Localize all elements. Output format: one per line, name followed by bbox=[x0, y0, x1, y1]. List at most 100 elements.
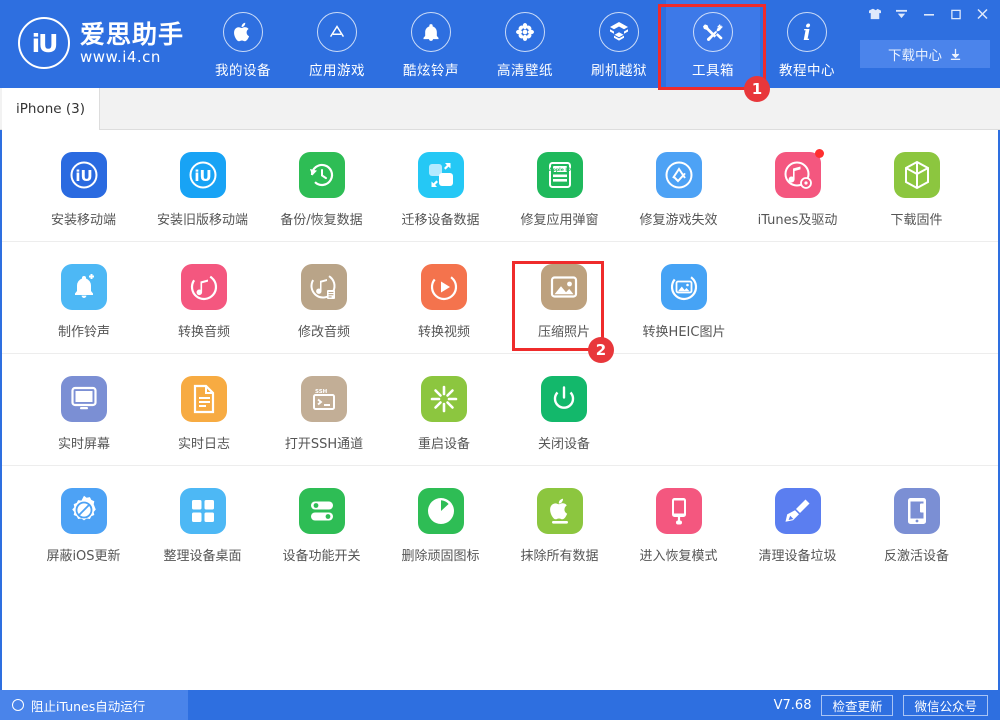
tool-convert-heic[interactable]: 转换HEIC图片 bbox=[624, 242, 744, 354]
tool-convert-audio[interactable]: 转换音频 bbox=[144, 242, 264, 354]
toolbox-grid: iU 安装移动端 iU 安装旧版移动端 备份/恢复数据 bbox=[2, 130, 998, 690]
tool-download-firmware[interactable]: 下载固件 bbox=[857, 130, 976, 242]
brand-url: www.i4.cn bbox=[80, 49, 184, 66]
tool-label: 打开SSH通道 bbox=[285, 433, 363, 452]
tool-clean-junk[interactable]: 清理设备垃圾 bbox=[738, 466, 857, 578]
tool-label: 进入恢复模式 bbox=[639, 545, 717, 564]
tool-remove-stubborn-icon[interactable]: 删除顽固图标 bbox=[381, 466, 500, 578]
tool-live-log[interactable]: 实时日志 bbox=[144, 354, 264, 466]
live-log-icon bbox=[181, 376, 227, 422]
backup-restore-icon bbox=[299, 152, 345, 198]
tool-label: 抹除所有数据 bbox=[520, 545, 598, 564]
minimize-icon[interactable] bbox=[915, 3, 942, 25]
tool-label: 转换HEIC图片 bbox=[643, 321, 726, 340]
box-open-icon bbox=[599, 12, 639, 52]
nav-label: 我的设备 bbox=[215, 59, 271, 79]
tool-label: 屏蔽iOS更新 bbox=[46, 545, 120, 564]
app-header: iU 爱思助手 www.i4.cn 我的设备 应用游戏 bbox=[0, 0, 1000, 88]
bell-icon bbox=[411, 12, 451, 52]
nav-item-tutorials[interactable]: i 教程中心 bbox=[760, 0, 854, 88]
make-ringtone-icon bbox=[61, 264, 107, 310]
highlight-badge-1: 1 bbox=[744, 76, 770, 102]
tool-itunes-driver[interactable]: iTunes及驱动 bbox=[738, 130, 857, 242]
tool-label: 修复游戏失效 bbox=[639, 209, 717, 228]
nav-label: 应用游戏 bbox=[309, 59, 365, 79]
wechat-button[interactable]: 微信公众号 bbox=[903, 695, 988, 716]
tool-deactivate-device[interactable]: 反激活设备 bbox=[857, 466, 976, 578]
tool-label: 重启设备 bbox=[418, 433, 470, 452]
block-itunes-label: 阻止iTunes自动运行 bbox=[31, 696, 145, 715]
tool-restart-device[interactable]: 重启设备 bbox=[384, 354, 504, 466]
nav-item-flash-jailbreak[interactable]: 刷机越狱 bbox=[572, 0, 666, 88]
tool-fix-app-popup[interactable]: Apple ID 修复应用弹窗 bbox=[500, 130, 619, 242]
tool-install-mobile-old[interactable]: iU 安装旧版移动端 bbox=[143, 130, 262, 242]
tool-fix-game[interactable]: 修复游戏失效 bbox=[619, 130, 738, 242]
download-center-button[interactable]: 下载中心 bbox=[860, 40, 990, 68]
nav-item-ringtones[interactable]: 酷炫铃声 bbox=[384, 0, 478, 88]
firmware-download-icon bbox=[894, 152, 940, 198]
nav-label: 工具箱 bbox=[692, 59, 734, 79]
tool-label: 迁移设备数据 bbox=[401, 209, 479, 228]
tool-backup-restore[interactable]: 备份/恢复数据 bbox=[262, 130, 381, 242]
download-center-label: 下载中心 bbox=[888, 44, 942, 64]
tool-edit-audio[interactable]: 修改音频 bbox=[264, 242, 384, 354]
remove-icon-icon bbox=[418, 488, 464, 534]
status-bar: 阻止iTunes自动运行 V7.68 检查更新 微信公众号 bbox=[0, 690, 1000, 720]
tool-block-ios-update[interactable]: 屏蔽iOS更新 bbox=[24, 466, 143, 578]
nav-item-wallpapers[interactable]: 高清壁纸 bbox=[478, 0, 572, 88]
tool-migrate-data[interactable]: 迁移设备数据 bbox=[381, 130, 500, 242]
tool-label: 删除顽固图标 bbox=[401, 545, 479, 564]
tool-label: 制作铃声 bbox=[58, 321, 110, 340]
svg-text:iU: iU bbox=[194, 167, 211, 185]
apple-icon bbox=[223, 12, 263, 52]
tool-row: 实时屏幕 实时日志 SSH 打开SSH通道 重启设备 bbox=[2, 354, 998, 466]
tool-power-off[interactable]: 关闭设备 bbox=[504, 354, 624, 466]
tool-label: 下载固件 bbox=[890, 209, 942, 228]
tool-make-ringtone[interactable]: 制作铃声 bbox=[24, 242, 144, 354]
app-window: iU 爱思助手 www.i4.cn 我的设备 应用游戏 bbox=[0, 0, 1000, 720]
menu-icon[interactable] bbox=[888, 3, 915, 25]
block-ios-update-icon bbox=[61, 488, 107, 534]
close-icon[interactable] bbox=[969, 3, 996, 25]
logo-mark-icon: iU bbox=[18, 17, 70, 69]
game-fix-icon bbox=[656, 152, 702, 198]
skin-icon[interactable] bbox=[861, 3, 888, 25]
tool-install-mobile[interactable]: iU 安装移动端 bbox=[24, 130, 143, 242]
download-icon bbox=[949, 48, 962, 61]
migrate-data-icon bbox=[418, 152, 464, 198]
tool-recovery-mode[interactable]: 进入恢复模式 bbox=[619, 466, 738, 578]
tool-row: iU 安装移动端 iU 安装旧版移动端 备份/恢复数据 bbox=[2, 130, 998, 242]
tool-live-screen[interactable]: 实时屏幕 bbox=[24, 354, 144, 466]
device-tab-strip: iPhone (3) bbox=[0, 88, 1000, 130]
tool-label: 实时日志 bbox=[178, 433, 230, 452]
block-itunes-toggle[interactable]: 阻止iTunes自动运行 bbox=[0, 690, 188, 720]
tool-ssh-tunnel[interactable]: SSH 打开SSH通道 bbox=[264, 354, 384, 466]
maximize-icon[interactable] bbox=[942, 3, 969, 25]
deactivate-device-icon bbox=[894, 488, 940, 534]
appleid-fix-icon: Apple ID bbox=[537, 152, 583, 198]
brand-name: 爱思助手 bbox=[80, 21, 184, 49]
tools-icon bbox=[693, 12, 733, 52]
tool-label: 转换视频 bbox=[418, 321, 470, 340]
main-nav: 我的设备 应用游戏 酷炫铃声 高清壁纸 bbox=[196, 0, 854, 88]
nav-label: 刷机越狱 bbox=[591, 59, 647, 79]
nav-item-toolbox[interactable]: 工具箱 bbox=[666, 0, 760, 88]
tool-feature-toggle[interactable]: 设备功能开关 bbox=[262, 466, 381, 578]
tool-organize-desktop[interactable]: 整理设备桌面 bbox=[143, 466, 262, 578]
tool-label: 实时屏幕 bbox=[58, 433, 110, 452]
power-off-icon bbox=[541, 376, 587, 422]
tool-convert-video[interactable]: 转换视频 bbox=[384, 242, 504, 354]
tool-label: 清理设备垃圾 bbox=[758, 545, 836, 564]
tool-label: 压缩照片 bbox=[538, 321, 590, 340]
nav-item-my-device[interactable]: 我的设备 bbox=[196, 0, 290, 88]
nav-item-apps-games[interactable]: 应用游戏 bbox=[290, 0, 384, 88]
check-update-button[interactable]: 检查更新 bbox=[821, 695, 893, 716]
organize-desktop-icon bbox=[180, 488, 226, 534]
convert-audio-icon bbox=[181, 264, 227, 310]
convert-heic-icon bbox=[661, 264, 707, 310]
svg-text:Apple ID: Apple ID bbox=[549, 167, 571, 173]
tool-label: 安装旧版移动端 bbox=[157, 209, 248, 228]
tab-iphone[interactable]: iPhone (3) bbox=[2, 88, 100, 130]
convert-video-icon bbox=[421, 264, 467, 310]
tool-erase-all-data[interactable]: 抹除所有数据 bbox=[500, 466, 619, 578]
